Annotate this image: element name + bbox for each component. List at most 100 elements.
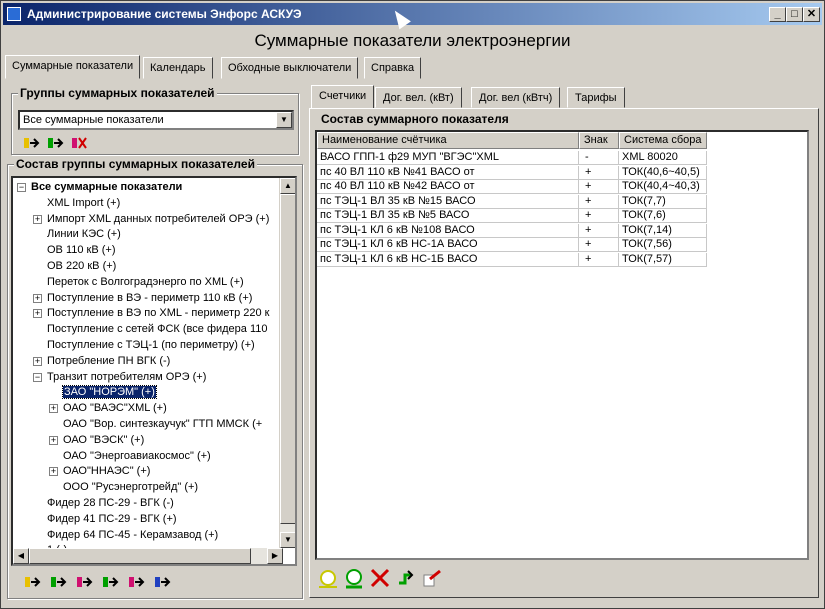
cell-sign: + [579,194,619,209]
tree-node[interactable]: Все суммарные показатели [31,180,182,195]
cell-sign: + [579,165,619,180]
tree-node[interactable]: ОАО "ВЭСК" (+) [63,433,144,448]
cell-sign: + [579,209,619,223]
tree-node-label: Все суммарные показатели [31,181,183,193]
tab-summary-indicators[interactable]: Суммарные показатели [5,55,141,79]
move-down-icon[interactable] [127,573,145,591]
expand-icon[interactable]: + [33,214,42,224]
delete-meter-icon[interactable] [369,567,391,589]
title-bar[interactable]: Администрирование системы Энфорс АСКУЭ _… [3,3,822,25]
table-row[interactable]: пс ТЭЦ-1 ВЛ 35 кВ №5 ВАСО + ТОК(7,6) [317,209,807,223]
collapse-icon[interactable]: − [17,183,26,192]
tree-node[interactable]: Переток с Волгоградэнерго по XML (+) [47,275,244,290]
cell-sign: - [579,151,619,165]
cell-meter-name: пс ТЭЦ-1 ВЛ 35 кВ №15 ВАСО [317,194,579,209]
tree-node[interactable]: ОВ 220 кВ (+) [47,259,116,274]
column-header-sign[interactable]: Знак [579,132,619,149]
hscroll-thumb[interactable] [29,548,251,564]
tab-calendar[interactable]: Календарь [143,57,213,79]
scroll-thumb[interactable] [280,194,295,524]
expand-icon[interactable]: + [49,435,58,445]
tab-contract-kw[interactable]: Дог. вел. (кВт) [375,87,462,108]
scroll-up-icon[interactable]: ▲ [280,178,295,194]
maximize-button[interactable]: □ [786,7,803,22]
group-tree[interactable]: 1 (-)Фидер 64 ПС-45 - Керамзавод (+)Фиде… [11,176,297,566]
sign-toggle-icon[interactable] [395,567,417,589]
expand-icon[interactable]: + [33,309,42,319]
tree-node[interactable]: ОАО"ННАЭС" (+) [63,464,150,479]
chevron-down-icon[interactable]: ▼ [276,112,292,128]
table-row[interactable]: пс ТЭЦ-1 ВЛ 35 кВ №15 ВАСО + ТОК(7,7) [317,194,807,209]
tree-node[interactable]: XML Import (+) [47,196,120,211]
tree-node[interactable]: Фидер 64 ПС-45 - Керамзавод (+) [47,528,218,543]
edit-group-icon[interactable] [46,134,64,152]
tree-node[interactable]: ОВ 110 кВ (+) [47,243,116,258]
group-select[interactable]: Все суммарные показатели ▼ [18,110,294,130]
delete-item-icon[interactable] [75,573,93,591]
add-item-icon[interactable] [23,573,41,591]
table-row[interactable]: ВАСО ГПП-1 ф29 МУП "ВГЭС"XML - XML 80020 [317,151,807,165]
table-row[interactable]: пс 40 ВЛ 110 кВ №41 ВАСО от + ТОК(40,6~40,… [317,165,807,180]
cell-collection-system: ТОК(7,14) [619,223,707,238]
minimize-button[interactable]: _ [769,7,786,22]
tree-node[interactable]: Поступление в ВЭ по XML - периметр 220 к [47,306,269,321]
tree-node-label: Поступление в ВЭ по XML - периметр 220 к [47,307,270,320]
expand-icon[interactable]: + [49,404,58,414]
tree-node[interactable]: ОАО "ВАЭС"XML (+) [63,401,167,416]
cell-collection-system: ТОК(7,56) [619,238,707,252]
table-row[interactable]: пс 40 ВЛ 110 кВ №42 ВАСО от + ТОК(40,4~40,… [317,180,807,194]
tab-contract-kwh[interactable]: Дог. вел (кВтч) [471,87,561,108]
link-icon[interactable] [153,573,171,591]
add-subitem-icon[interactable] [49,573,67,591]
tree-node[interactable]: Потребление ПН ВГК (-) [47,354,170,369]
tree-node[interactable]: ОАО "Энергоавиакосмос" (+) [63,449,211,464]
tree-node[interactable]: Фидер 28 ПС-29 - ВГК (-) [47,496,174,511]
tree-node[interactable]: Поступление с ТЭЦ-1 (по периметру) (+) [47,338,255,353]
tab-bypass-switches[interactable]: Обходные выключатели [221,57,359,79]
cell-meter-name: пс ТЭЦ-1 ВЛ 35 кВ №5 ВАСО [317,209,579,223]
add-meter-icon[interactable] [317,567,339,589]
table-row[interactable]: пс ТЭЦ-1 КЛ 6 кВ НС-1А ВАСО + ТОК(7,56) [317,238,807,252]
table-row[interactable]: пс ТЭЦ-1 КЛ 6 кВ №108 ВАСО + ТОК(7,14) [317,223,807,238]
tab-meters[interactable]: Счетчики [311,85,375,109]
column-header-meter-name[interactable]: Наименование счётчика [317,132,579,149]
collapse-icon[interactable]: − [33,372,42,382]
column-header-collection-system[interactable]: Система сбора [619,132,707,149]
tree-node[interactable]: ЗАО "НОРЭМ" (+) [62,385,157,400]
tab-tariffs[interactable]: Тарифы [567,87,625,108]
meters-grid[interactable]: Наименование счётчика Знак Система сбора… [315,130,809,560]
cell-collection-system: XML 80020 [619,151,707,165]
export-icon[interactable] [421,567,443,589]
cell-meter-name: пс ТЭЦ-1 КЛ 6 кВ НС-1Б ВАСО [317,252,579,267]
tree-horizontal-scrollbar[interactable]: ◀ ▶ [13,548,283,564]
tab-help[interactable]: Справка [364,57,422,79]
tree-node[interactable]: Транзит потребителям ОРЭ (+) [47,370,206,385]
tree-vertical-scrollbar[interactable]: ▲ ▼ [279,178,295,548]
tree-node[interactable]: Линии КЭС (+) [47,227,121,242]
scroll-down-icon[interactable]: ▼ [280,532,295,548]
groups-panel: Группы суммарных показателей Все суммарн… [11,86,299,155]
tree-node[interactable]: ООО "Русэнерготрейд" (+) [63,480,198,495]
tree-node[interactable]: Поступление с сетей ФСК (все фидера 110 [47,322,268,337]
tree-node[interactable]: Импорт XML данных потребителей ОРЭ (+) [47,212,269,227]
edit-meter-icon[interactable] [343,567,365,589]
tree-node-label: Транзит потребителям ОРЭ (+) [47,370,207,383]
cell-sign: + [579,252,619,267]
add-group-icon[interactable] [22,134,40,152]
scroll-right-icon[interactable]: ▶ [267,548,283,564]
cell-collection-system: ТОК(40,6~40,5) [619,165,707,180]
expand-icon[interactable]: + [33,293,42,303]
delete-group-icon[interactable] [70,134,88,152]
close-button[interactable]: ✕ [803,7,820,22]
tree-node-label: Переток с Волгоградэнерго по XML (+) [47,275,244,288]
tree-node[interactable]: Фидер 41 ПС-29 - ВГК (+) [47,512,177,527]
tree-node-label: Потребление ПН ВГК (-) [47,354,171,367]
tree-node[interactable]: Поступление в ВЭ - периметр 110 кВ (+) [47,291,252,306]
expand-icon[interactable]: + [49,467,58,477]
table-row[interactable]: пс ТЭЦ-1 КЛ 6 кВ НС-1Б ВАСО + ТОК(7,57) [317,252,807,267]
tree-node[interactable]: ОАО "Вор. синтезкаучук" ГТП ММСК (+ [63,417,262,432]
scroll-left-icon[interactable]: ◀ [13,548,29,564]
expand-icon[interactable]: + [33,356,42,366]
tree-node-label: ОАО "Вор. синтезкаучук" ГТП ММСК (+ [63,418,263,430]
move-up-icon[interactable] [101,573,119,591]
